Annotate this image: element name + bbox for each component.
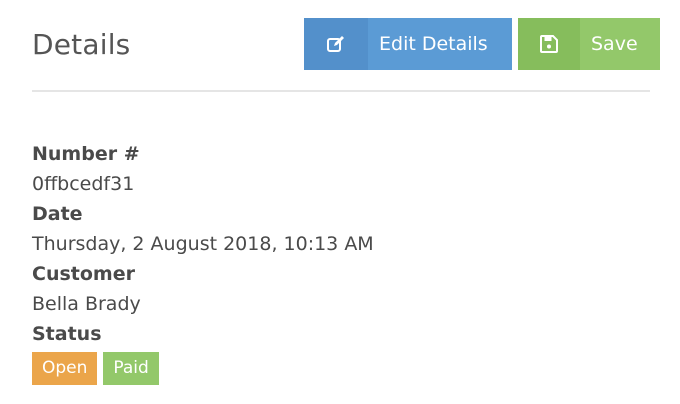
status-badges: Open Paid	[32, 352, 632, 385]
number-value: 0ffbcedf31	[32, 173, 135, 195]
floppy-disk-icon	[518, 18, 580, 70]
status-badge-open: Open	[32, 352, 98, 385]
header-divider	[32, 90, 650, 92]
page-title: Details	[32, 28, 131, 61]
edit-details-label: Edit Details	[379, 33, 488, 55]
details-header: Details Edit Details Save	[32, 18, 660, 70]
edit-icon	[304, 18, 368, 70]
edit-details-button[interactable]: Edit Details	[304, 18, 512, 70]
number-label: Number #	[32, 143, 140, 165]
customer-value: Bella Brady	[32, 293, 141, 315]
save-label: Save	[591, 33, 638, 55]
customer-label: Customer	[32, 263, 135, 285]
status-label: Status	[32, 323, 102, 345]
status-badge-paid: Paid	[103, 352, 159, 385]
details-panel: Number # 0ffbcedf31 Date Thursday, 2 Aug…	[32, 139, 632, 385]
save-button[interactable]: Save	[518, 18, 660, 70]
date-value: Thursday, 2 August 2018, 10:13 AM	[32, 233, 374, 255]
date-label: Date	[32, 203, 83, 225]
